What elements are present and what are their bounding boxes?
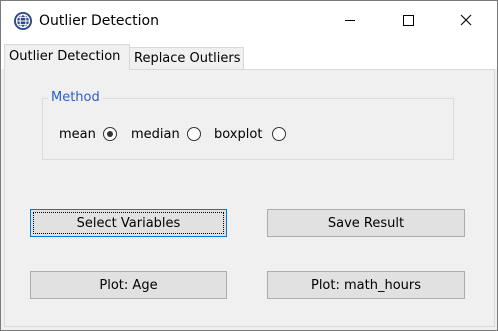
close-button[interactable]	[437, 1, 495, 39]
radio-mean[interactable]	[103, 127, 117, 141]
radio-label-boxplot[interactable]: boxplot	[214, 127, 262, 143]
tab-outlier-detection[interactable]: Outlier Detection	[4, 44, 130, 70]
maximize-icon	[403, 15, 414, 26]
close-icon	[460, 14, 472, 26]
tab-strip: Outlier Detection Replace Outliers	[1, 39, 497, 70]
radio-selected-dot	[107, 131, 113, 137]
tab-replace-outliers[interactable]: Replace Outliers	[129, 47, 244, 70]
title-bar[interactable]: Outlier Detection	[1, 1, 497, 39]
save-result-button[interactable]: Save Result	[267, 209, 465, 237]
select-variables-button[interactable]: Select Variables	[30, 209, 227, 237]
method-legend: Method	[48, 90, 103, 106]
plot-math-hours-button[interactable]: Plot: math_hours	[267, 271, 465, 299]
maximize-button[interactable]	[379, 1, 437, 39]
plot-age-button[interactable]: Plot: Age	[30, 271, 227, 299]
window-title: Outlier Detection	[39, 13, 159, 29]
app-globe-icon	[13, 11, 33, 31]
minimize-icon	[345, 20, 355, 21]
radio-label-mean[interactable]: mean	[59, 127, 96, 143]
radio-median[interactable]	[187, 127, 201, 141]
radio-label-median[interactable]: median	[131, 127, 180, 143]
app-window: Outlier Detection Outlier Detection Repl…	[0, 0, 498, 331]
minimize-button[interactable]	[321, 1, 379, 39]
radio-boxplot[interactable]	[272, 127, 286, 141]
